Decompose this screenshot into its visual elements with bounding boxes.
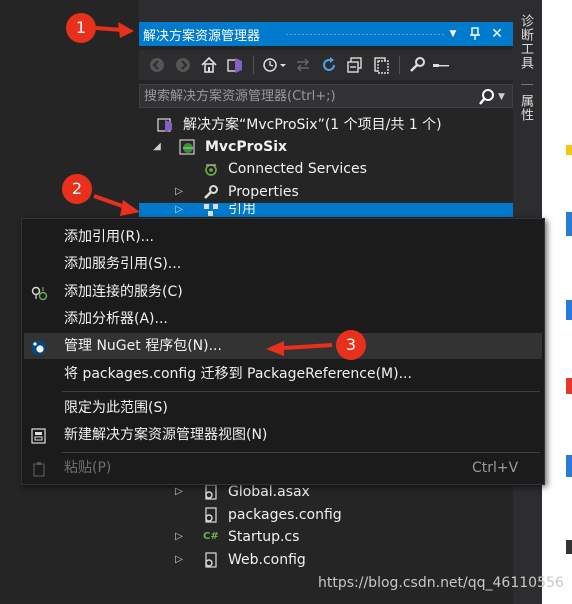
tree-row-properties[interactable]: ▷ Properties xyxy=(139,181,513,203)
collapsed-arrow-icon[interactable]: ▷ xyxy=(173,203,185,217)
collapsed-arrow-icon[interactable]: ▷ xyxy=(173,526,185,548)
collapse-all-icon[interactable] xyxy=(345,55,365,75)
back-icon[interactable] xyxy=(147,55,167,75)
references-label: 引用 xyxy=(228,203,256,217)
menu-item-add-analyzer[interactable]: 添加分析器(A)... xyxy=(24,306,542,332)
new-view-icon xyxy=(30,427,48,444)
wrench-icon xyxy=(203,184,219,200)
sync-icon[interactable] xyxy=(293,55,313,75)
window-position-dropdown-icon[interactable]: ▼ xyxy=(445,24,461,44)
watermark: https://blog.csdn.net/qq_46110556 xyxy=(318,575,564,591)
config-file-icon xyxy=(203,552,219,568)
config-file-icon xyxy=(203,507,219,523)
close-icon[interactable]: ✕ xyxy=(489,24,505,44)
pending-changes-filter-icon[interactable] xyxy=(261,55,289,75)
properties-wrench-icon[interactable] xyxy=(407,55,427,75)
paste-shortcut: Ctrl+V xyxy=(472,460,519,476)
annotation-badge-1: 1 xyxy=(66,13,96,43)
connected-service-icon xyxy=(30,284,48,301)
panel-toolbar xyxy=(139,50,513,80)
references-icon xyxy=(203,203,219,217)
solution-icon xyxy=(157,117,173,133)
home-icon[interactable] xyxy=(199,55,219,75)
menu-item-add-reference[interactable]: 添加引用(R)... xyxy=(24,224,542,250)
menu-item-new-solution-explorer-view[interactable]: 新建解决方案资源管理器视图(N) xyxy=(24,422,542,448)
annotation-badge-3: 3 xyxy=(336,330,366,360)
properties-label: Properties xyxy=(228,184,299,200)
search-input[interactable] xyxy=(144,87,464,105)
solution-label: 解决方案“MvcProSix”(1 个项目/共 1 个) xyxy=(183,117,442,133)
menu-item-add-connected-service[interactable]: 添加连接的服务(C) xyxy=(24,279,542,305)
menu-separator xyxy=(62,391,540,392)
collapsed-arrow-icon[interactable]: ▷ xyxy=(173,181,185,203)
gear-file-icon xyxy=(203,484,219,500)
web-project-icon xyxy=(179,139,195,155)
menu-item-migrate-packages-config[interactable]: 将 packages.config 迁移到 PackageReference(M… xyxy=(24,361,542,387)
search-box[interactable]: ▼ xyxy=(139,84,513,108)
preview-selected-icon[interactable] xyxy=(431,55,451,75)
titlebar-grip xyxy=(285,33,445,36)
tree-row-references[interactable]: ▷ 引用 xyxy=(139,203,513,217)
forward-icon[interactable] xyxy=(173,55,193,75)
paste-icon xyxy=(30,460,48,477)
tree-row-web-config[interactable]: ▷ Web.config xyxy=(139,549,513,571)
menu-item-add-service-reference[interactable]: 添加服务引用(S)... xyxy=(24,251,542,277)
expanded-arrow-icon[interactable]: ◢ xyxy=(151,136,163,158)
web-config-label: Web.config xyxy=(228,552,306,568)
menu-item-manage-nuget-packages[interactable]: 管理 NuGet 程序包(N)... xyxy=(24,333,542,359)
pin-icon[interactable] xyxy=(467,24,483,44)
tab-diagnostic-tools[interactable]: 诊断工具 xyxy=(518,14,535,70)
collapsed-arrow-icon[interactable]: ▷ xyxy=(173,549,185,571)
context-menu: 添加引用(R)... 添加服务引用(S)... 添加连接的服务(C) 添加分析器… xyxy=(21,218,545,485)
panel-title: 解决方案资源管理器 xyxy=(143,29,261,44)
panel-titlebar[interactable]: 解决方案资源管理器 ▼ ✕ xyxy=(139,22,513,46)
background-window-edge xyxy=(542,0,572,604)
tree-row-project[interactable]: ◢ MvcProSix xyxy=(139,136,513,158)
annotation-badge-2: 2 xyxy=(62,174,92,204)
show-all-files-icon[interactable] xyxy=(371,55,391,75)
tree-row-connected-services[interactable]: Connected Services xyxy=(139,158,513,180)
csharp-file-icon: C# xyxy=(203,531,219,542)
connected-services-label: Connected Services xyxy=(228,161,367,177)
tree-row-solution[interactable]: 解决方案“MvcProSix”(1 个项目/共 1 个) xyxy=(139,114,513,136)
tree-row-startup-cs[interactable]: ▷ C# Startup.cs xyxy=(139,526,513,548)
menu-item-scope-to-this[interactable]: 限定为此范围(S) xyxy=(24,395,542,421)
project-label: MvcProSix xyxy=(205,139,288,155)
switch-views-icon[interactable] xyxy=(225,55,245,75)
packages-config-label: packages.config xyxy=(228,507,342,523)
search-options-dropdown-icon[interactable]: ▼ xyxy=(498,88,508,106)
refresh-icon[interactable] xyxy=(319,55,339,75)
top-strip xyxy=(139,0,513,22)
nuget-icon xyxy=(30,338,48,354)
tab-properties[interactable]: 属性 xyxy=(518,94,535,122)
menu-separator xyxy=(62,452,540,453)
search-icon[interactable] xyxy=(478,88,496,106)
startup-cs-label: Startup.cs xyxy=(228,529,300,545)
menu-item-paste[interactable]: 粘贴(P) Ctrl+V xyxy=(24,455,542,481)
tree-row-packages-config[interactable]: packages.config xyxy=(139,504,513,526)
connected-services-icon xyxy=(203,161,219,177)
